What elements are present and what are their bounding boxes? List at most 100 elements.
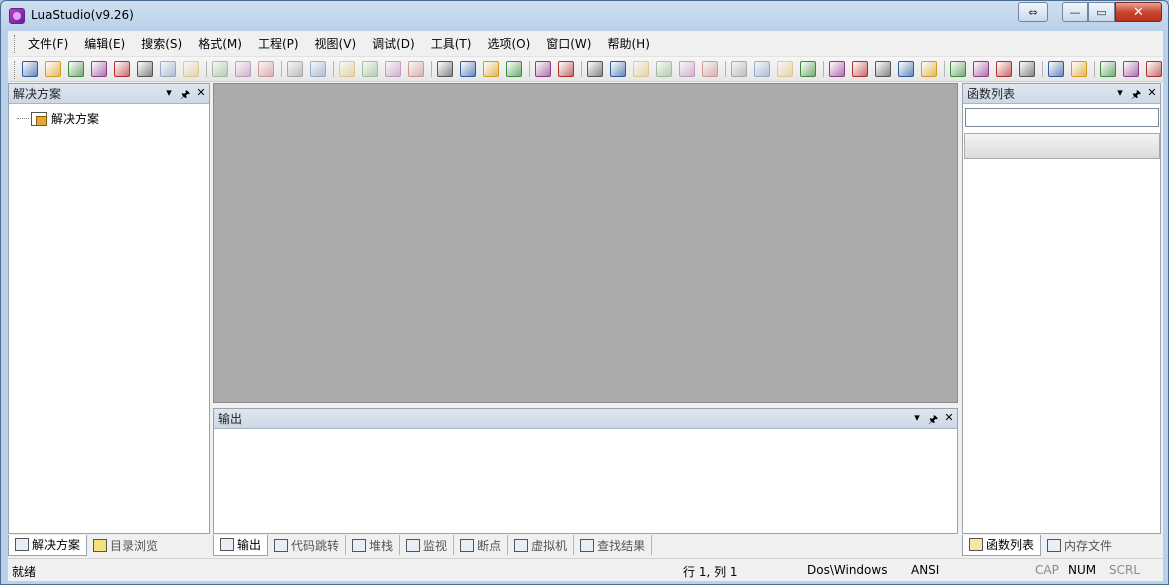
menu-item[interactable]: 工具(T) bbox=[423, 31, 480, 57]
find-icon[interactable] bbox=[437, 61, 453, 77]
editor-area[interactable] bbox=[213, 83, 958, 403]
copy-icon[interactable] bbox=[235, 61, 251, 77]
outline-icon[interactable] bbox=[679, 61, 695, 77]
solution-panel-header: 解决方案 ▾ 🖈 ✕ bbox=[9, 84, 209, 104]
screenshot-icon[interactable] bbox=[1048, 61, 1064, 77]
toolbar-grip[interactable] bbox=[14, 61, 17, 79]
new-project-icon[interactable] bbox=[45, 61, 61, 77]
menu-item[interactable]: 文件(F) bbox=[20, 31, 76, 57]
tab-solution[interactable]: 解决方案 bbox=[8, 534, 88, 556]
close-button[interactable]: ✕ bbox=[1115, 2, 1162, 22]
solution-panel: 解决方案 ▾ 🖈 ✕ 解决方案 bbox=[8, 83, 210, 534]
step-out-icon[interactable] bbox=[800, 61, 816, 77]
menu-item[interactable]: 选项(O) bbox=[479, 31, 538, 57]
close-panel-icon[interactable]: ✕ bbox=[1147, 86, 1157, 105]
bookmark-next-icon[interactable] bbox=[558, 61, 574, 77]
outdent-icon[interactable] bbox=[408, 61, 424, 77]
step-over-icon[interactable] bbox=[777, 61, 793, 77]
tab-output-0[interactable]: 输出 bbox=[213, 534, 269, 556]
function-panel-title: 函数列表 bbox=[967, 87, 1016, 101]
tab-output-5[interactable]: 虚拟机 bbox=[508, 535, 575, 555]
output-tabs: 输出 代码跳转 堆栈 监视 断点 虚拟机 查找结果 bbox=[213, 534, 958, 556]
tab-label: 代码跳转 bbox=[291, 538, 340, 553]
function-list-button[interactable] bbox=[964, 133, 1160, 159]
pilcrow-icon[interactable] bbox=[633, 61, 649, 77]
print-icon[interactable] bbox=[1100, 61, 1116, 77]
dropdown-icon[interactable]: ▾ bbox=[1115, 86, 1125, 105]
step-into-icon[interactable] bbox=[754, 61, 770, 77]
menu-item[interactable]: 帮助(H) bbox=[599, 31, 657, 57]
callstack-icon[interactable] bbox=[921, 61, 937, 77]
menu-item[interactable]: 调试(D) bbox=[364, 31, 423, 57]
hand-icon[interactable] bbox=[829, 61, 845, 77]
save-project-icon[interactable] bbox=[114, 61, 130, 77]
bookmark-icon[interactable] bbox=[535, 61, 551, 77]
open-icon[interactable] bbox=[68, 61, 84, 77]
function-list-icon bbox=[969, 538, 983, 551]
menu-item[interactable]: 编辑(E) bbox=[76, 31, 133, 57]
fullscreen-icon[interactable] bbox=[587, 61, 603, 77]
toolbar-separator bbox=[281, 61, 282, 77]
maximize-button[interactable]: ▭ bbox=[1088, 2, 1115, 22]
redo-icon[interactable] bbox=[310, 61, 326, 77]
menubar-grip[interactable] bbox=[14, 35, 17, 53]
brace1-icon[interactable] bbox=[973, 61, 989, 77]
tree-connector bbox=[17, 118, 29, 119]
tab-function-list[interactable]: 函数列表 bbox=[962, 534, 1042, 556]
run-icon[interactable] bbox=[731, 61, 747, 77]
title-bar[interactable]: LuaStudio(v9.26) ⇔ — ▭ ✕ bbox=[1, 1, 1168, 31]
open-project-icon[interactable] bbox=[91, 61, 107, 77]
dropdown-icon[interactable]: ▾ bbox=[164, 86, 174, 105]
line-ending: Dos\Windows bbox=[807, 563, 888, 577]
replace-icon[interactable] bbox=[483, 61, 499, 77]
exclamation-icon[interactable] bbox=[950, 61, 966, 77]
home-icon[interactable] bbox=[1146, 61, 1162, 77]
caps-lock-indicator: CAP bbox=[1035, 563, 1059, 577]
help-icon[interactable] bbox=[1123, 61, 1139, 77]
tree-icon[interactable] bbox=[137, 61, 153, 77]
cursor-position: 行 1, 列 1 bbox=[683, 565, 738, 579]
list-icon[interactable] bbox=[656, 61, 672, 77]
tab-output-6[interactable]: 查找结果 bbox=[574, 535, 653, 555]
breakpoint-icon[interactable] bbox=[852, 61, 868, 77]
dropdown-icon[interactable]: ▾ bbox=[912, 411, 922, 430]
brace3-icon[interactable] bbox=[1019, 61, 1035, 77]
menu-item[interactable]: 视图(V) bbox=[307, 31, 365, 57]
save-all-icon[interactable] bbox=[183, 61, 199, 77]
minimize-button[interactable]: — bbox=[1062, 2, 1088, 22]
tab-output-3[interactable]: 监视 bbox=[400, 535, 455, 555]
cut-icon[interactable] bbox=[212, 61, 228, 77]
tab-output-2[interactable]: 堆栈 bbox=[346, 535, 401, 555]
find-in-files-icon[interactable] bbox=[460, 61, 476, 77]
close-panel-icon[interactable]: ✕ bbox=[196, 86, 206, 105]
undo-icon[interactable] bbox=[287, 61, 303, 77]
watch-icon[interactable] bbox=[898, 61, 914, 77]
pin-icon[interactable]: 🖈 bbox=[180, 86, 190, 105]
paste-icon[interactable] bbox=[258, 61, 274, 77]
close-panel-icon[interactable]: ✕ bbox=[944, 411, 954, 430]
export-icon[interactable] bbox=[1071, 61, 1087, 77]
check-icon[interactable] bbox=[702, 61, 718, 77]
word-wrap-icon[interactable] bbox=[610, 61, 626, 77]
comment-icon[interactable] bbox=[339, 61, 355, 77]
function-search-input[interactable] bbox=[965, 108, 1159, 127]
new-file-icon[interactable] bbox=[22, 61, 38, 77]
indent-icon[interactable] bbox=[385, 61, 401, 77]
clear-breakpoints-icon[interactable] bbox=[875, 61, 891, 77]
menu-item[interactable]: 工程(P) bbox=[250, 31, 307, 57]
tab-memory-files[interactable]: 内存文件 bbox=[1041, 535, 1118, 555]
uncomment-icon[interactable] bbox=[362, 61, 378, 77]
menu-item[interactable]: 格式(M) bbox=[190, 31, 250, 57]
tab-output-4[interactable]: 断点 bbox=[454, 535, 509, 555]
pin-icon[interactable]: 🖈 bbox=[928, 411, 938, 430]
replace-in-files-icon[interactable] bbox=[506, 61, 522, 77]
menu-item[interactable]: 搜索(S) bbox=[133, 31, 190, 57]
tree-item-solution[interactable]: 解决方案 bbox=[17, 110, 99, 127]
tab-output-1[interactable]: 代码跳转 bbox=[268, 535, 347, 555]
pin-icon[interactable]: 🖈 bbox=[1131, 86, 1141, 105]
save-icon[interactable] bbox=[160, 61, 176, 77]
brace2-icon[interactable] bbox=[996, 61, 1012, 77]
menu-item[interactable]: 窗口(W) bbox=[538, 31, 599, 57]
swap-arrows-button[interactable]: ⇔ bbox=[1018, 2, 1048, 22]
tab-directory-browse[interactable]: 目录浏览 bbox=[87, 535, 164, 555]
